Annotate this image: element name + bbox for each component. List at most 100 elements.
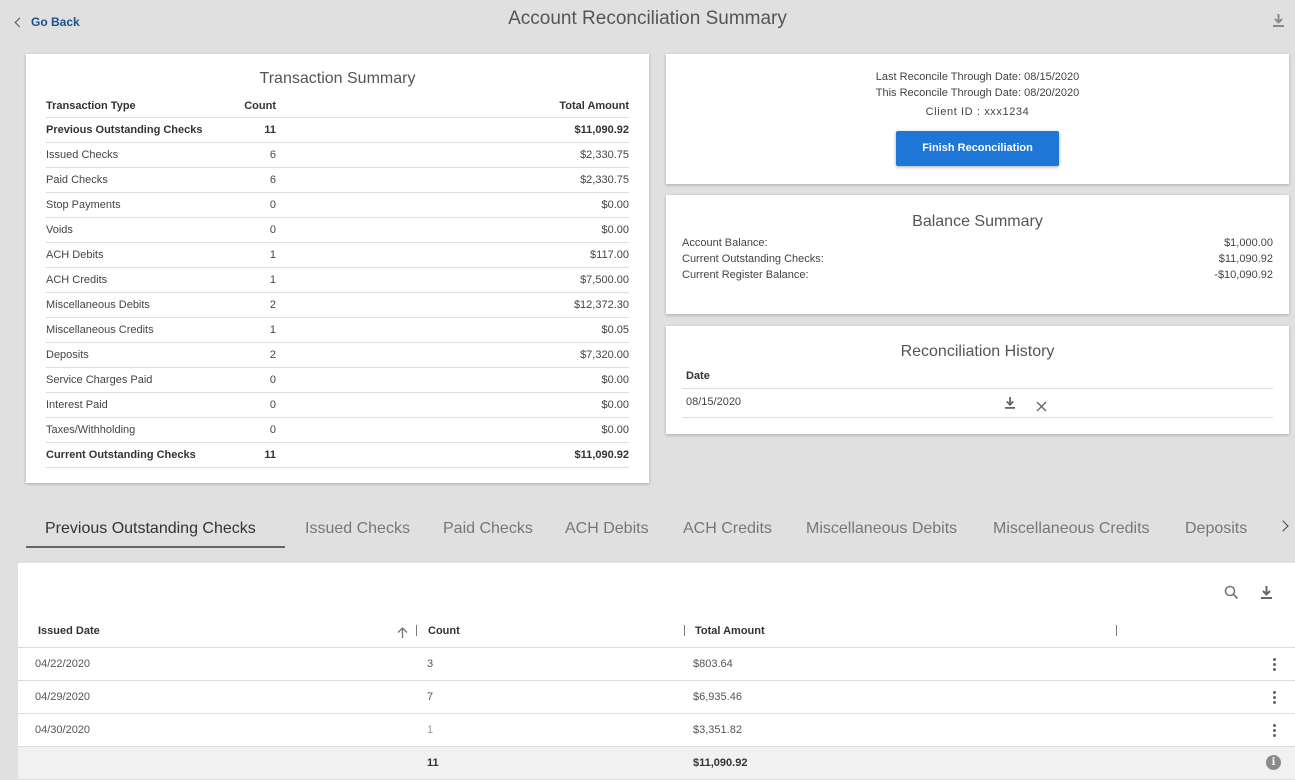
row-type: Issued Checks xyxy=(46,142,209,168)
row-total: $117.00 xyxy=(469,242,629,268)
active-tab-indicator xyxy=(26,546,285,548)
client-id: Client ID : xxx1234 xyxy=(925,106,1030,118)
tab-paid-checks[interactable]: Paid Checks xyxy=(443,510,533,548)
tab-ach-credits[interactable]: ACH Credits xyxy=(683,510,772,548)
cell-count: 1 xyxy=(427,724,434,736)
reconcile-info-card: Last Reconcile Through Date: 08/15/2020 … xyxy=(666,54,1289,184)
table-row: Taxes/Withholding 0 $0.00 xyxy=(46,417,629,443)
reconciliation-history-title: Reconciliation History xyxy=(900,343,1055,360)
column-resize-handle[interactable] xyxy=(684,625,685,636)
table-row[interactable]: 04/29/2020 7 $6,935.46 xyxy=(18,681,1295,714)
table-row[interactable]: 04/22/2020 3 $803.64 xyxy=(18,648,1295,681)
row-type: Stop Payments xyxy=(46,192,209,218)
transaction-summary-card: Transaction Summary Transaction Type Cou… xyxy=(26,54,649,483)
tab-previous-outstanding-checks[interactable]: Previous Outstanding Checks xyxy=(45,510,256,548)
tab-miscellaneous-credits[interactable]: Miscellaneous Credits xyxy=(993,510,1150,548)
row-count: 6 xyxy=(209,142,469,168)
row-count: 1 xyxy=(209,242,469,268)
row-count: 2 xyxy=(209,342,469,368)
col-transaction-type: Transaction Type xyxy=(46,96,209,118)
balance-row: Account Balance: $1,000.00 xyxy=(682,235,1273,251)
table-row: Voids 0 $0.00 xyxy=(46,217,629,243)
balance-row: Current Outstanding Checks: $11,090.92 xyxy=(682,251,1273,267)
balance-value: $1,000.00 xyxy=(1224,237,1273,249)
tab-ach-debits[interactable]: ACH Debits xyxy=(565,510,649,548)
tab-issued-checks[interactable]: Issued Checks xyxy=(305,510,410,548)
cell-count: 3 xyxy=(427,658,434,670)
totals-row: 11 $11,090.92 i xyxy=(18,747,1295,780)
table-row: Previous Outstanding Checks 11 $11,090.92 xyxy=(46,117,629,143)
search-icon[interactable] xyxy=(1224,585,1239,605)
row-type: Interest Paid xyxy=(46,392,209,418)
balance-value: $11,090.92 xyxy=(1218,253,1273,265)
row-total: $7,320.00 xyxy=(469,342,629,368)
cell-count: 7 xyxy=(427,691,434,703)
row-type: Previous Outstanding Checks xyxy=(46,117,209,143)
download-icon[interactable] xyxy=(1272,13,1285,33)
row-total: $11,090.92 xyxy=(469,442,629,468)
tab-deposits[interactable]: Deposits xyxy=(1185,510,1247,548)
row-total: $2,330.75 xyxy=(469,167,629,193)
row-count: 0 xyxy=(209,367,469,393)
col-count[interactable]: Count xyxy=(428,625,460,637)
col-total-amount[interactable]: Total Amount xyxy=(695,625,765,637)
row-count: 0 xyxy=(209,192,469,218)
table-row: Service Charges Paid 0 $0.00 xyxy=(46,367,629,393)
grid-header: Issued Date Count Total Amount xyxy=(18,623,1295,648)
row-type: Service Charges Paid xyxy=(46,367,209,393)
row-type: Current Outstanding Checks xyxy=(46,442,209,468)
row-count: 11 xyxy=(209,117,469,143)
table-row: Stop Payments 0 $0.00 xyxy=(46,192,629,218)
table-row[interactable]: 04/30/2020 1 $3,351.82 xyxy=(18,714,1295,747)
info-icon[interactable]: i xyxy=(1266,755,1281,770)
column-resize-handle[interactable] xyxy=(416,625,417,636)
row-type: Taxes/Withholding xyxy=(46,417,209,443)
row-type: Paid Checks xyxy=(46,167,209,193)
row-count: 0 xyxy=(209,417,469,443)
row-total: $11,090.92 xyxy=(469,117,629,143)
sort-ascending-icon[interactable] xyxy=(396,626,409,642)
balance-row: Current Register Balance: -$10,090.92 xyxy=(682,267,1273,283)
row-total: $12,372.30 xyxy=(469,292,629,318)
more-vertical-icon[interactable] xyxy=(1273,691,1276,706)
table-row: Interest Paid 0 $0.00 xyxy=(46,392,629,418)
row-type: Voids xyxy=(46,217,209,243)
row-count: 0 xyxy=(209,217,469,243)
table-row: Miscellaneous Debits 2 $12,372.30 xyxy=(46,292,629,318)
this-reconcile-date: This Reconcile Through Date: 08/20/2020 xyxy=(875,87,1080,99)
row-count: 1 xyxy=(209,317,469,343)
row-total: $0.00 xyxy=(469,392,629,418)
more-vertical-icon[interactable] xyxy=(1273,724,1276,739)
download-icon[interactable] xyxy=(1004,394,1016,421)
table-row: Deposits 2 $7,320.00 xyxy=(46,342,629,368)
download-icon[interactable] xyxy=(1260,585,1273,605)
balance-value: -$10,090.92 xyxy=(1214,269,1273,281)
more-vertical-icon[interactable] xyxy=(1273,658,1276,673)
row-total: $2,330.75 xyxy=(469,142,629,168)
col-issued-date[interactable]: Issued Date xyxy=(38,625,100,637)
row-count: 2 xyxy=(209,292,469,318)
chevron-right-icon[interactable] xyxy=(1277,520,1289,532)
column-resize-handle[interactable] xyxy=(1116,625,1117,636)
row-total: $0.00 xyxy=(469,367,629,393)
cell-total-amount: $3,351.82 xyxy=(693,724,742,736)
history-row: 08/15/2020 xyxy=(682,389,1273,418)
balance-label: Current Register Balance: xyxy=(682,269,809,281)
col-count: Count xyxy=(209,96,469,118)
last-reconcile-date: Last Reconcile Through Date: 08/15/2020 xyxy=(875,71,1080,83)
balance-label: Account Balance: xyxy=(682,237,768,249)
row-type: Miscellaneous Debits xyxy=(46,292,209,318)
col-total-amount: Total Amount xyxy=(469,96,629,118)
outstanding-checks-grid: Issued Date Count Total Amount 04/22/202… xyxy=(18,563,1295,780)
tab-miscellaneous-debits[interactable]: Miscellaneous Debits xyxy=(806,510,957,548)
table-row: Paid Checks 6 $2,330.75 xyxy=(46,167,629,193)
close-icon[interactable] xyxy=(1036,396,1047,423)
table-row: ACH Credits 1 $7,500.00 xyxy=(46,267,629,293)
balance-label: Current Outstanding Checks: xyxy=(682,253,824,265)
row-count: 11 xyxy=(209,442,469,468)
history-date: 08/15/2020 xyxy=(686,396,742,408)
finish-reconciliation-button[interactable]: Finish Reconciliation xyxy=(896,131,1059,166)
page-title: Account Reconciliation Summary xyxy=(508,8,787,29)
total-count: 11 xyxy=(427,757,439,769)
transaction-summary-table: Transaction Type Count Total Amount Prev… xyxy=(46,96,629,468)
